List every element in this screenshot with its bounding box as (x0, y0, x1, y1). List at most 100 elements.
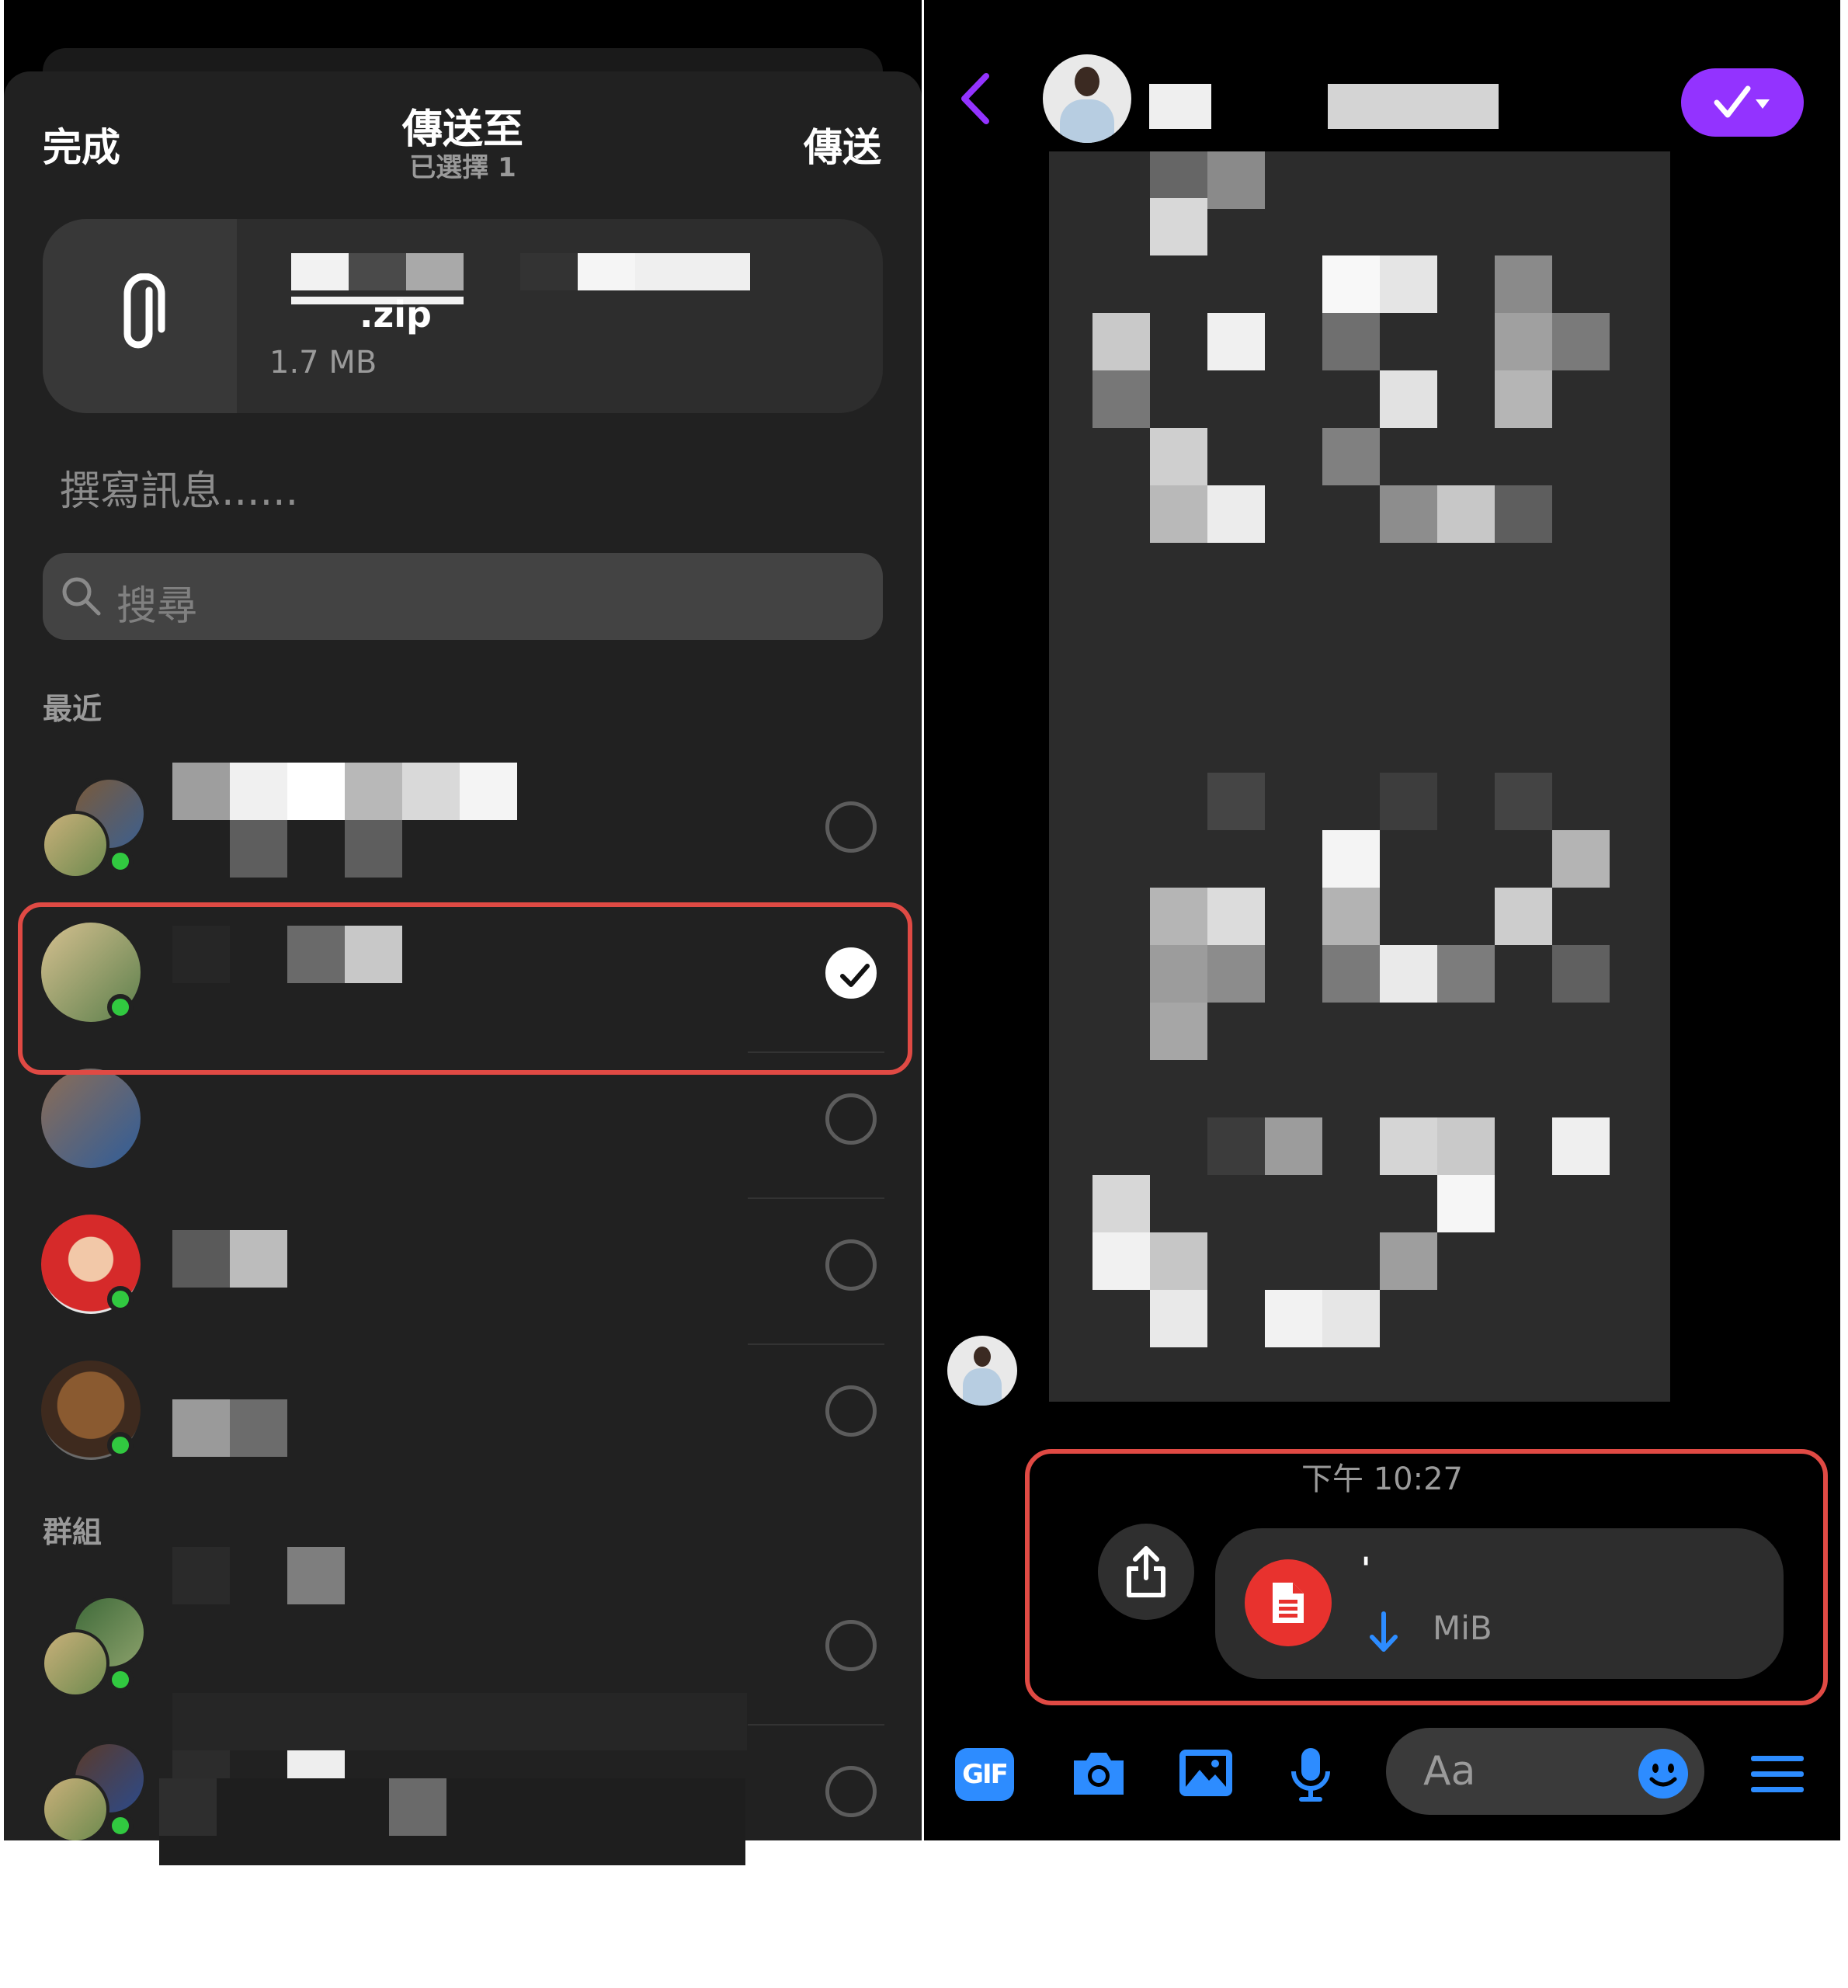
redacted-block (1150, 1003, 1207, 1060)
redacted-block (1150, 945, 1207, 1003)
redacted-block (1495, 313, 1552, 370)
chat-panel: 下午 10:27 ' MiB GIF Aa (924, 0, 1840, 1840)
redacted-block (291, 253, 349, 290)
attachment-filesize: 1.7 MB (269, 345, 377, 381)
redacted-block (1265, 1117, 1322, 1175)
gif-button[interactable]: GIF (955, 1748, 1014, 1801)
contact-avatar (41, 1069, 141, 1168)
redacted-block (1380, 1232, 1437, 1290)
redacted-block (172, 1693, 747, 1750)
redacted-block (172, 1399, 230, 1457)
redacted-block (349, 253, 406, 290)
composer-toolbar: GIF Aa (924, 1720, 1840, 1829)
select-radio[interactable] (825, 1093, 877, 1145)
redacted-block (345, 763, 402, 820)
paperclip-icon (123, 273, 165, 349)
redacted-block (1207, 888, 1265, 945)
highlight-file-message (1025, 1449, 1828, 1705)
attachment-icon-box (43, 219, 237, 413)
redacted-block (1552, 1117, 1610, 1175)
section-recent: 最近 (43, 692, 102, 726)
share-sheet-panel: 完成 傳送至 已選擇 1 傳送 .zip 1.7 MB 撰寫訊息...... 搜… (4, 0, 922, 1840)
redacted-block (1150, 1290, 1207, 1347)
redacted-block (460, 763, 517, 820)
redacted-block (406, 253, 464, 290)
redacted-block (230, 820, 287, 878)
redacted-block (1495, 370, 1552, 428)
menu-icon[interactable] (1749, 1753, 1805, 1796)
shared-image-message[interactable] (1049, 151, 1670, 1402)
contact-row[interactable] (4, 1345, 922, 1491)
redacted-block (1322, 945, 1380, 1003)
redacted-block (1207, 313, 1265, 370)
microphone-icon[interactable] (1289, 1745, 1332, 1804)
redacted-block (1322, 830, 1380, 888)
redacted-block (1150, 485, 1207, 543)
redacted-block (345, 820, 402, 878)
redacted-block (1322, 255, 1380, 313)
select-radio[interactable] (825, 801, 877, 853)
search-field[interactable]: 搜尋 (43, 553, 883, 640)
redacted-block (520, 253, 578, 290)
redacted-block (1322, 313, 1380, 370)
redacted-block (1092, 1232, 1150, 1290)
redacted-block (230, 763, 287, 820)
emoji-icon[interactable] (1636, 1746, 1690, 1801)
search-placeholder: 搜尋 (116, 583, 198, 630)
online-indicator (107, 848, 134, 874)
select-radio[interactable] (825, 1385, 877, 1437)
redacted-block (1437, 1175, 1495, 1232)
select-radio[interactable] (825, 1239, 877, 1291)
redacted-block (1380, 255, 1437, 313)
redacted-block (1149, 84, 1211, 129)
redacted-block (172, 1230, 230, 1288)
redacted-block (1092, 370, 1150, 428)
select-radio[interactable] (825, 1766, 877, 1817)
chat-status-pill[interactable] (1681, 68, 1804, 137)
message-input-placeholder: Aa (1423, 1748, 1476, 1795)
redacted-block (1150, 198, 1207, 255)
redacted-block (159, 1778, 217, 1836)
online-indicator (107, 1286, 134, 1312)
redacted-block (1207, 945, 1265, 1003)
gallery-icon[interactable] (1176, 1745, 1235, 1801)
redacted-block (1552, 945, 1610, 1003)
attachment-preview: .zip 1.7 MB (43, 219, 883, 413)
chat-avatar[interactable] (1043, 54, 1131, 143)
compose-message-input[interactable]: 撰寫訊息...... (60, 458, 298, 516)
redacted-block (1265, 1290, 1322, 1347)
redacted-block (1380, 485, 1437, 543)
attachment-filename: .zip (360, 294, 432, 335)
redacted-block (389, 1778, 446, 1836)
redacted-block (1322, 428, 1380, 485)
redacted-block (1495, 773, 1552, 830)
redacted-block (1495, 888, 1552, 945)
contact-row[interactable] (4, 1053, 922, 1199)
redacted-block (1207, 1117, 1265, 1175)
redacted-block (1092, 313, 1150, 370)
redacted-block (230, 1399, 287, 1457)
online-indicator (107, 1812, 134, 1839)
send-button[interactable]: 傳送 (804, 116, 881, 172)
redacted-block (1380, 773, 1437, 830)
message-input[interactable]: Aa (1386, 1728, 1704, 1815)
camera-icon[interactable] (1068, 1745, 1130, 1801)
redacted-block (1150, 888, 1207, 945)
redacted-block (1380, 1117, 1437, 1175)
redacted-block (1380, 945, 1437, 1003)
online-indicator (107, 1667, 134, 1693)
redacted-block (1322, 1290, 1380, 1347)
redacted-block (1495, 255, 1552, 313)
redacted-block (1328, 84, 1499, 129)
redacted-block (1150, 428, 1207, 485)
contact-row[interactable] (4, 761, 922, 907)
contact-row[interactable] (4, 1199, 922, 1345)
highlight-selected-contact (18, 902, 912, 1075)
select-radio[interactable] (825, 1620, 877, 1671)
redacted-block (635, 253, 750, 290)
back-chevron-icon[interactable] (957, 71, 995, 126)
sender-avatar (947, 1336, 1017, 1406)
redacted-block (1437, 1117, 1495, 1175)
redacted-block (578, 253, 635, 290)
redacted-block (287, 763, 345, 820)
